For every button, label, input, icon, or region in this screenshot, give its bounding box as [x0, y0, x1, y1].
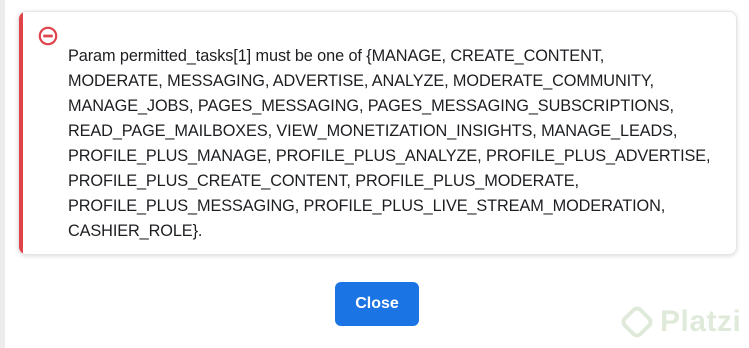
error-message: Param permitted_tasks[1] must be one of …: [68, 47, 711, 240]
watermark-text: Platzi: [660, 305, 742, 338]
error-minus-circle-icon: [38, 26, 58, 46]
alert-accent-bar: [19, 12, 23, 254]
error-alert: Param permitted_tasks[1] must be one of …: [18, 11, 737, 255]
platzi-watermark: Platzi: [620, 300, 741, 344]
left-edge-strip: [0, 0, 5, 348]
close-button[interactable]: Close: [335, 282, 419, 326]
platzi-logo-icon: [621, 306, 653, 338]
